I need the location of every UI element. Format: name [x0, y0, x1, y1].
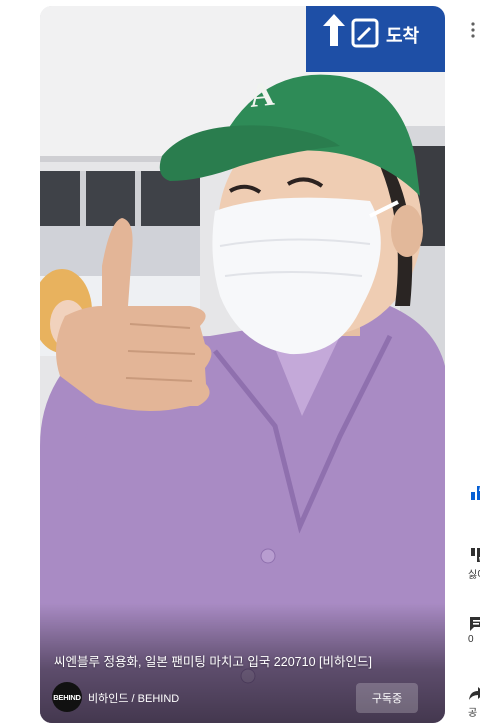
- subscribed-button[interactable]: 구독중: [356, 683, 418, 713]
- shorts-video-player[interactable]: 도착 A 씨엔블루 정용화, 일본 팬미팅 마치고 입국 220710 [비하인…: [40, 6, 445, 723]
- comment-button[interactable]: 0: [468, 614, 480, 645]
- share-button[interactable]: 공: [468, 684, 480, 719]
- video-title[interactable]: 씨엔블루 정용화, 일본 팬미팅 마치고 입국 220710 [비하인드]: [54, 654, 434, 670]
- arrival-sign: 도착: [306, 6, 445, 72]
- channel-row: BEHIND 비하인드 / BEHIND 구독중: [52, 682, 432, 714]
- channel-avatar[interactable]: BEHIND: [52, 682, 82, 712]
- share-label: 공: [468, 708, 478, 719]
- dislike-label: 싫어: [468, 570, 480, 581]
- comment-count: 0: [468, 634, 474, 645]
- dislike-button[interactable]: 싫어: [468, 546, 480, 581]
- share-icon: [469, 687, 480, 700]
- svg-text:A: A: [248, 76, 277, 115]
- thumbs-up-icon: [471, 486, 480, 500]
- comment-icon: [470, 617, 480, 631]
- thumbs-down-icon: [471, 548, 480, 562]
- shorts-page: 도착 A 씨엔블루 정용화, 일본 팬미팅 마치고 입국 220710 [비하인…: [0, 0, 480, 723]
- more-options-icon[interactable]: [470, 22, 476, 38]
- channel-name[interactable]: 비하인드 / BEHIND: [88, 690, 179, 706]
- side-actions: 싫어 0 공: [460, 0, 480, 723]
- like-button[interactable]: [468, 484, 480, 502]
- sign-text: 도착: [386, 26, 420, 46]
